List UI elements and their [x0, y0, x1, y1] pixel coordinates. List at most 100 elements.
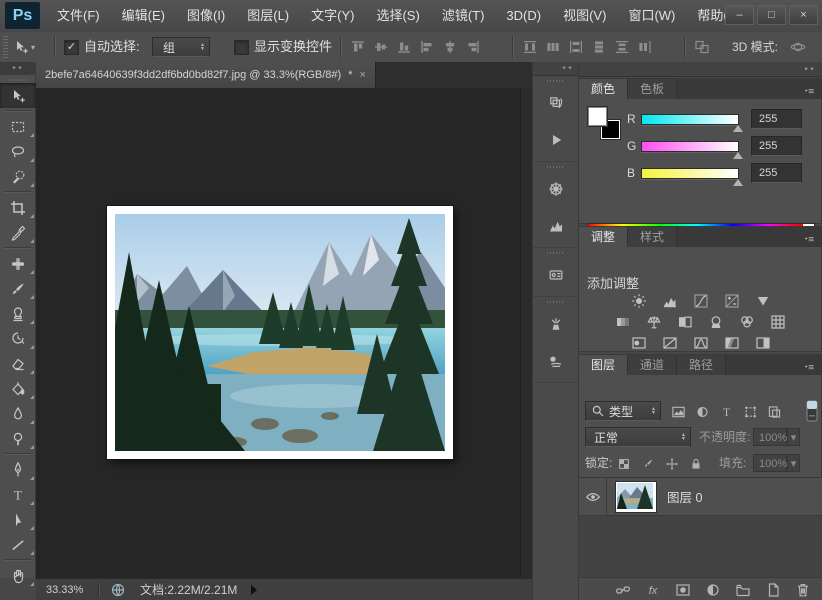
exposure-button[interactable]: [720, 291, 744, 310]
channel-mixer-button[interactable]: [735, 312, 759, 331]
dist-left-button[interactable]: [591, 39, 607, 55]
canvas-area[interactable]: [36, 88, 520, 578]
dock-grip[interactable]: [547, 80, 565, 82]
clone-stamp-tool[interactable]: [0, 301, 36, 326]
kind-type-filter-button[interactable]: T: [719, 404, 734, 420]
lasso-tool[interactable]: [0, 139, 36, 164]
panel-collapse-chevron[interactable]: ►►: [579, 62, 822, 77]
lock-all-button[interactable]: [689, 456, 703, 472]
color-balance-button[interactable]: [642, 312, 666, 331]
layer-visibility-toggle[interactable]: [579, 478, 607, 515]
kind-pixel-filter-button[interactable]: [671, 404, 686, 420]
close-button[interactable]: ×: [789, 5, 818, 25]
align-top-button[interactable]: [350, 39, 366, 55]
foreground-color-swatch[interactable]: [587, 106, 608, 127]
menu-item[interactable]: 视图(V): [552, 0, 617, 32]
dock-expand-chevron[interactable]: ◄◄: [533, 62, 578, 76]
align-right-button[interactable]: [465, 39, 481, 55]
tab-调整[interactable]: 调整: [579, 227, 628, 247]
opacity-value-field[interactable]: 100%: [753, 428, 787, 446]
brightness-contrast-button[interactable]: [627, 291, 651, 310]
menu-item[interactable]: 文件(F): [46, 0, 111, 32]
tab-样式[interactable]: 样式: [628, 227, 677, 247]
blend-mode-dropdown[interactable]: 正常 ▲▼: [585, 427, 691, 447]
tab-颜色[interactable]: 颜色: [579, 79, 628, 99]
tab-路径[interactable]: 路径: [677, 355, 726, 375]
show-transform-checkbox[interactable]: [234, 40, 249, 55]
opacity-dropdown-arrow[interactable]: ▾: [787, 428, 800, 446]
maximize-button[interactable]: □: [757, 5, 786, 25]
zoom-level-field[interactable]: 33.33%: [46, 584, 98, 596]
auto-select-checkbox[interactable]: ✓: [64, 40, 79, 55]
channel-value-field[interactable]: 255: [751, 109, 802, 129]
history-brush-tool[interactable]: [0, 326, 36, 351]
pen-tool[interactable]: [0, 457, 36, 482]
curves-button[interactable]: [689, 291, 713, 310]
posterize-button[interactable]: [658, 333, 682, 352]
channel-slider[interactable]: [641, 141, 739, 152]
channel-value-field[interactable]: 255: [751, 163, 802, 183]
kind-adjust-filter-button[interactable]: [695, 404, 710, 420]
menu-item[interactable]: 窗口(W): [617, 0, 686, 32]
menu-item[interactable]: 3D(D): [495, 0, 552, 32]
align-vcenter-button[interactable]: [373, 39, 389, 55]
threshold-button[interactable]: [689, 333, 713, 352]
path-select-tool[interactable]: [0, 507, 36, 532]
quick-select-tool[interactable]: [0, 164, 36, 189]
healing-brush-tool[interactable]: [0, 251, 36, 276]
levels-button[interactable]: [658, 291, 682, 310]
filter-toggle-switch[interactable]: [806, 400, 818, 422]
gradient-map-button[interactable]: [720, 333, 744, 352]
kind-smart-filter-button[interactable]: [767, 404, 782, 420]
delete-layer-button[interactable]: [795, 582, 811, 598]
fill-dropdown-arrow[interactable]: ▾: [787, 454, 800, 472]
lock-position-button[interactable]: [665, 456, 679, 472]
fill-value-field[interactable]: 100%: [753, 454, 787, 472]
dist-bottom-button[interactable]: [568, 39, 584, 55]
menu-item[interactable]: 文字(Y): [300, 0, 365, 32]
layer-filter-dropdown[interactable]: 类型 ▲▼: [585, 401, 661, 421]
layer-style-fx-button[interactable]: fx: [645, 582, 661, 598]
brush-presets-panel-button[interactable]: [533, 305, 578, 342]
minimize-button[interactable]: –: [725, 5, 754, 25]
dodge-tool[interactable]: [0, 426, 36, 451]
dock-grip[interactable]: [547, 252, 565, 254]
kind-shape-filter-button[interactable]: [743, 404, 758, 420]
dist-right-button[interactable]: [637, 39, 653, 55]
info-panel-button[interactable]: [533, 256, 578, 293]
orbit-3d-button[interactable]: [790, 39, 806, 55]
type-tool[interactable]: T: [0, 482, 36, 507]
align-hcenter-button[interactable]: [442, 39, 458, 55]
line-tool[interactable]: [0, 532, 36, 557]
marquee-tool[interactable]: [0, 114, 36, 139]
auto-select-dropdown[interactable]: 组 ▲▼: [152, 37, 210, 57]
actions-panel-button[interactable]: [533, 121, 578, 158]
tool-presets-panel-button[interactable]: [533, 342, 578, 379]
dist-vcenter-button[interactable]: [545, 39, 561, 55]
channel-slider[interactable]: [641, 114, 739, 125]
slider-thumb-icon[interactable]: [733, 125, 743, 132]
slider-thumb-icon[interactable]: [733, 152, 743, 159]
hue-saturation-button[interactable]: [611, 312, 635, 331]
adobe-drive-icon[interactable]: [110, 582, 126, 598]
slider-thumb-icon[interactable]: [733, 179, 743, 186]
menu-item[interactable]: 选择(S): [365, 0, 430, 32]
align-left-button[interactable]: [419, 39, 435, 55]
new-adjustment-button[interactable]: [705, 582, 721, 598]
status-popup-arrow-icon[interactable]: [251, 585, 257, 595]
selective-color-button[interactable]: [751, 333, 775, 352]
menu-item[interactable]: 滤镜(T): [431, 0, 496, 32]
dist-top-button[interactable]: [522, 39, 538, 55]
dist-hcenter-button[interactable]: [614, 39, 630, 55]
canvas-photo[interactable]: [107, 206, 453, 459]
channel-slider[interactable]: [641, 168, 739, 179]
lock-pixels-button[interactable]: [641, 456, 655, 472]
toolbar-grip[interactable]: [10, 79, 26, 81]
vibrance-button[interactable]: [751, 291, 775, 310]
link-layers-button[interactable]: [615, 582, 631, 598]
eyedropper-tool[interactable]: [0, 220, 36, 245]
black-white-button[interactable]: [673, 312, 697, 331]
menu-item[interactable]: 编辑(E): [111, 0, 176, 32]
channel-value-field[interactable]: 255: [751, 136, 802, 156]
blur-tool[interactable]: [0, 401, 36, 426]
